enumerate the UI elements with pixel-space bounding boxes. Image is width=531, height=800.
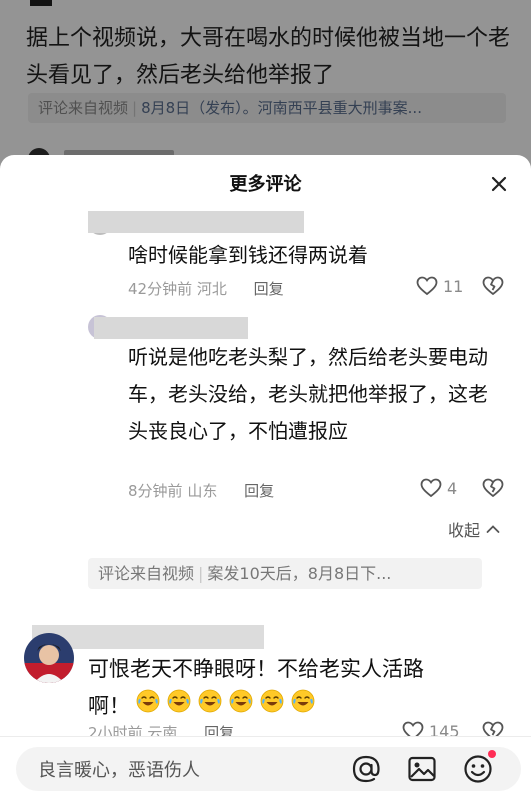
comment-text: 可恨老天不睁眼呀！不给老实人活路 啊！ <box>88 651 508 725</box>
crying-laughing-emoji <box>260 689 284 713</box>
collapse-label: 收起 <box>448 521 481 540</box>
like-button[interactable]: 4 <box>420 478 457 498</box>
heart-icon <box>420 478 442 498</box>
comment-meta: 42分钟前 河北 回复 <box>128 278 284 299</box>
avatar[interactable] <box>24 633 74 683</box>
broken-heart-icon <box>482 276 504 295</box>
video-source-text: 案发10天后，8月8日下... <box>207 564 392 583</box>
comment-time: 8分钟前 <box>128 482 183 500</box>
comment-meta: 8分钟前 山东 回复 <box>128 480 274 501</box>
comment-text: 啥时候能拿到钱还得两说着 <box>128 243 368 267</box>
redacted-username <box>94 317 248 339</box>
chevron-up-icon <box>486 525 500 533</box>
crying-laughing-emoji <box>229 689 253 713</box>
heart-icon <box>416 276 438 296</box>
crying-laughing-emoji <box>136 689 160 713</box>
close-icon[interactable] <box>486 171 512 197</box>
like-button[interactable]: 11 <box>416 276 463 296</box>
broken-heart-icon <box>482 478 504 497</box>
image-icon[interactable] <box>406 753 438 785</box>
like-count: 11 <box>443 276 464 296</box>
video-source-label: 评论来自视频 <box>98 564 195 583</box>
video-source-link[interactable]: 评论来自视频 | 案发10天后，8月8日下... <box>88 558 482 589</box>
sheet-title: 更多评论 <box>229 174 302 195</box>
reply-button[interactable]: 回复 <box>244 482 274 500</box>
collapse-button[interactable]: 收起 <box>448 517 500 541</box>
emoji-icon[interactable] <box>462 753 494 785</box>
like-count: 4 <box>447 478 458 498</box>
redacted-username <box>88 211 304 233</box>
comment-location: 山东 <box>187 482 218 500</box>
crying-laughing-emoji <box>198 689 222 713</box>
emoji-row <box>136 689 322 713</box>
crying-laughing-emoji <box>291 689 315 713</box>
reply-button[interactable]: 回复 <box>254 280 284 298</box>
crying-laughing-emoji <box>167 689 191 713</box>
dislike-button[interactable] <box>482 478 504 502</box>
comment-time: 42分钟前 <box>128 280 193 298</box>
comment-input[interactable] <box>38 756 328 784</box>
comment-sheet: 更多评论 啥时候能拿到钱还得两说着 42分钟前 河北 回复 11 听说是他吃老头… <box>0 155 531 800</box>
comment-text-line1: 可恨老天不睁眼呀！不给老实人活路 <box>88 657 424 681</box>
dislike-button[interactable] <box>482 276 504 300</box>
at-icon[interactable] <box>350 753 382 785</box>
comment-location: 河北 <box>196 280 227 298</box>
notification-dot <box>488 750 496 758</box>
comment-text: 听说是他吃老头梨了，然后给老头要电动车，老头没给，老头就把他举报了，这老头丧良心… <box>128 345 488 443</box>
comment-input-bar <box>0 736 531 800</box>
